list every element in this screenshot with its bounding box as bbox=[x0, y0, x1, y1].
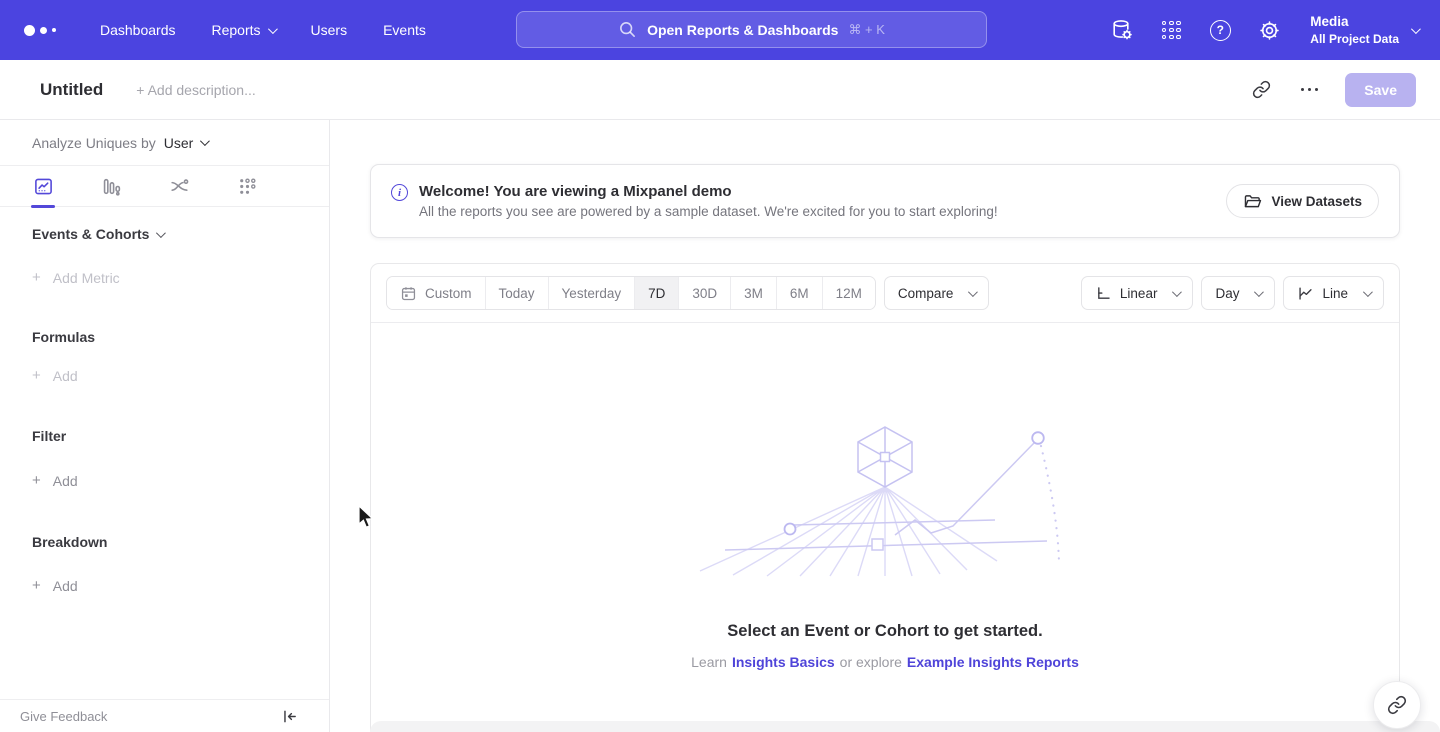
insights-basics-link[interactable]: Insights Basics bbox=[732, 654, 835, 670]
chevron-down-icon bbox=[267, 24, 277, 34]
help-icon[interactable]: ? bbox=[1208, 18, 1232, 42]
nav-reports[interactable]: Reports bbox=[212, 22, 275, 38]
chevron-down-icon bbox=[1363, 287, 1373, 297]
events-cohorts-section[interactable]: Events & Cohorts bbox=[32, 226, 329, 242]
chevron-down-icon bbox=[1172, 287, 1182, 297]
visualization-tabs bbox=[0, 166, 329, 207]
granularity-dropdown[interactable]: Day bbox=[1201, 276, 1275, 310]
collapse-sidebar-icon[interactable] bbox=[277, 704, 301, 728]
range-30d[interactable]: 30D bbox=[678, 277, 730, 309]
empty-state-title: Select an Event or Cohort to get started… bbox=[727, 622, 1042, 641]
add-formula-button[interactable]: + Add bbox=[32, 367, 329, 384]
axis-icon bbox=[1095, 285, 1112, 302]
chart-controls: Custom Today Yesterday 7D 30D 3M 6M 12M … bbox=[371, 264, 1399, 323]
insights-chart-card: Custom Today Yesterday 7D 30D 3M 6M 12M … bbox=[370, 263, 1400, 732]
mixpanel-insights-page: Dashboards Reports Users Events Open Rep… bbox=[0, 0, 1440, 732]
empty-state: Select an Event or Cohort to get started… bbox=[371, 323, 1399, 670]
learn-prefix: Learn bbox=[691, 654, 727, 670]
scale-dropdown[interactable]: Linear bbox=[1081, 276, 1194, 310]
example-insights-reports-link[interactable]: Example Insights Reports bbox=[907, 654, 1079, 670]
report-header: Untitled + Add description... Save bbox=[0, 60, 1440, 120]
date-range-segmented-control: Custom Today Yesterday 7D 30D 3M 6M 12M bbox=[386, 276, 876, 310]
nav-users[interactable]: Users bbox=[311, 22, 348, 38]
range-custom[interactable]: Custom bbox=[387, 277, 485, 309]
chevron-down-icon bbox=[1254, 287, 1264, 297]
tab-insights[interactable] bbox=[32, 166, 54, 207]
breakdown-section-label: Breakdown bbox=[32, 534, 329, 550]
retention-grid-icon bbox=[237, 176, 258, 197]
save-button[interactable]: Save bbox=[1345, 73, 1416, 107]
view-datasets-button[interactable]: View Datasets bbox=[1226, 184, 1379, 218]
give-feedback-link[interactable]: Give Feedback bbox=[20, 709, 107, 724]
compare-dropdown[interactable]: Compare bbox=[884, 276, 990, 310]
flows-icon bbox=[169, 176, 190, 197]
project-selector[interactable]: Media All Project Data bbox=[1310, 13, 1418, 47]
chevron-down-icon bbox=[200, 136, 210, 146]
share-link-fab[interactable] bbox=[1373, 681, 1421, 729]
formulas-section-label: Formulas bbox=[32, 329, 329, 345]
chevron-down-icon bbox=[1411, 24, 1421, 34]
filter-section-label: Filter bbox=[32, 428, 329, 444]
range-12m[interactable]: 12M bbox=[822, 277, 875, 309]
welcome-banner: i Welcome! You are viewing a Mixpanel de… bbox=[370, 164, 1400, 238]
global-search-input[interactable]: Open Reports & Dashboards ⌘ + K bbox=[516, 11, 987, 48]
settings-gear-icon[interactable] bbox=[1257, 18, 1281, 42]
analyze-label: Analyze Uniques by bbox=[32, 135, 156, 151]
range-3m[interactable]: 3M bbox=[730, 277, 776, 309]
calendar-icon bbox=[400, 285, 417, 302]
add-breakdown-button[interactable]: + Add bbox=[32, 577, 329, 594]
chevron-down-icon bbox=[968, 287, 978, 297]
explore-middle: or explore bbox=[840, 654, 902, 670]
range-yesterday[interactable]: Yesterday bbox=[548, 277, 635, 309]
nav-events[interactable]: Events bbox=[383, 22, 426, 38]
search-placeholder: Open Reports & Dashboards bbox=[647, 22, 838, 38]
add-metric-button[interactable]: + Add Metric bbox=[32, 269, 329, 286]
nav-dashboards[interactable]: Dashboards bbox=[100, 22, 176, 38]
add-filter-button[interactable]: + Add bbox=[32, 472, 329, 489]
mixpanel-logo-icon[interactable] bbox=[24, 25, 68, 36]
tab-retention[interactable] bbox=[236, 166, 258, 207]
range-today[interactable]: Today bbox=[485, 277, 548, 309]
query-builder-sidebar: Analyze Uniques by User bbox=[0, 120, 330, 732]
search-icon bbox=[618, 20, 637, 39]
copy-link-icon[interactable] bbox=[1249, 78, 1273, 102]
chevron-down-icon bbox=[156, 228, 166, 238]
bar-chart-icon bbox=[101, 176, 122, 197]
add-description-field[interactable]: + Add description... bbox=[136, 82, 255, 98]
apps-grid-icon[interactable] bbox=[1159, 18, 1183, 42]
bottom-panel-edge bbox=[370, 721, 1440, 732]
top-nav: Dashboards Reports Users Events Open Rep… bbox=[0, 0, 1440, 60]
chart-type-dropdown[interactable]: Line bbox=[1283, 276, 1384, 310]
insights-chart-icon bbox=[33, 176, 54, 197]
project-dataset: All Project Data bbox=[1310, 31, 1399, 47]
tab-flows[interactable] bbox=[168, 166, 190, 207]
range-7d[interactable]: 7D bbox=[634, 277, 678, 309]
more-options-icon[interactable] bbox=[1297, 78, 1321, 102]
report-title[interactable]: Untitled bbox=[40, 80, 103, 100]
search-shortcut-hint: ⌘ + K bbox=[848, 22, 885, 38]
data-management-icon[interactable] bbox=[1110, 18, 1134, 42]
banner-subtitle: All the reports you see are powered by a… bbox=[419, 204, 998, 219]
line-chart-icon bbox=[1297, 285, 1314, 302]
tab-funnels[interactable] bbox=[100, 166, 122, 207]
report-canvas: i Welcome! You are viewing a Mixpanel de… bbox=[330, 120, 1440, 732]
folder-icon bbox=[1243, 192, 1262, 211]
link-icon bbox=[1387, 695, 1407, 715]
project-name: Media bbox=[1310, 13, 1399, 31]
range-6m[interactable]: 6M bbox=[776, 277, 822, 309]
banner-title: Welcome! You are viewing a Mixpanel demo bbox=[419, 183, 998, 200]
empty-state-illustration bbox=[695, 423, 1075, 578]
analyze-by-dropdown[interactable]: User bbox=[164, 135, 208, 151]
info-icon: i bbox=[391, 184, 408, 201]
